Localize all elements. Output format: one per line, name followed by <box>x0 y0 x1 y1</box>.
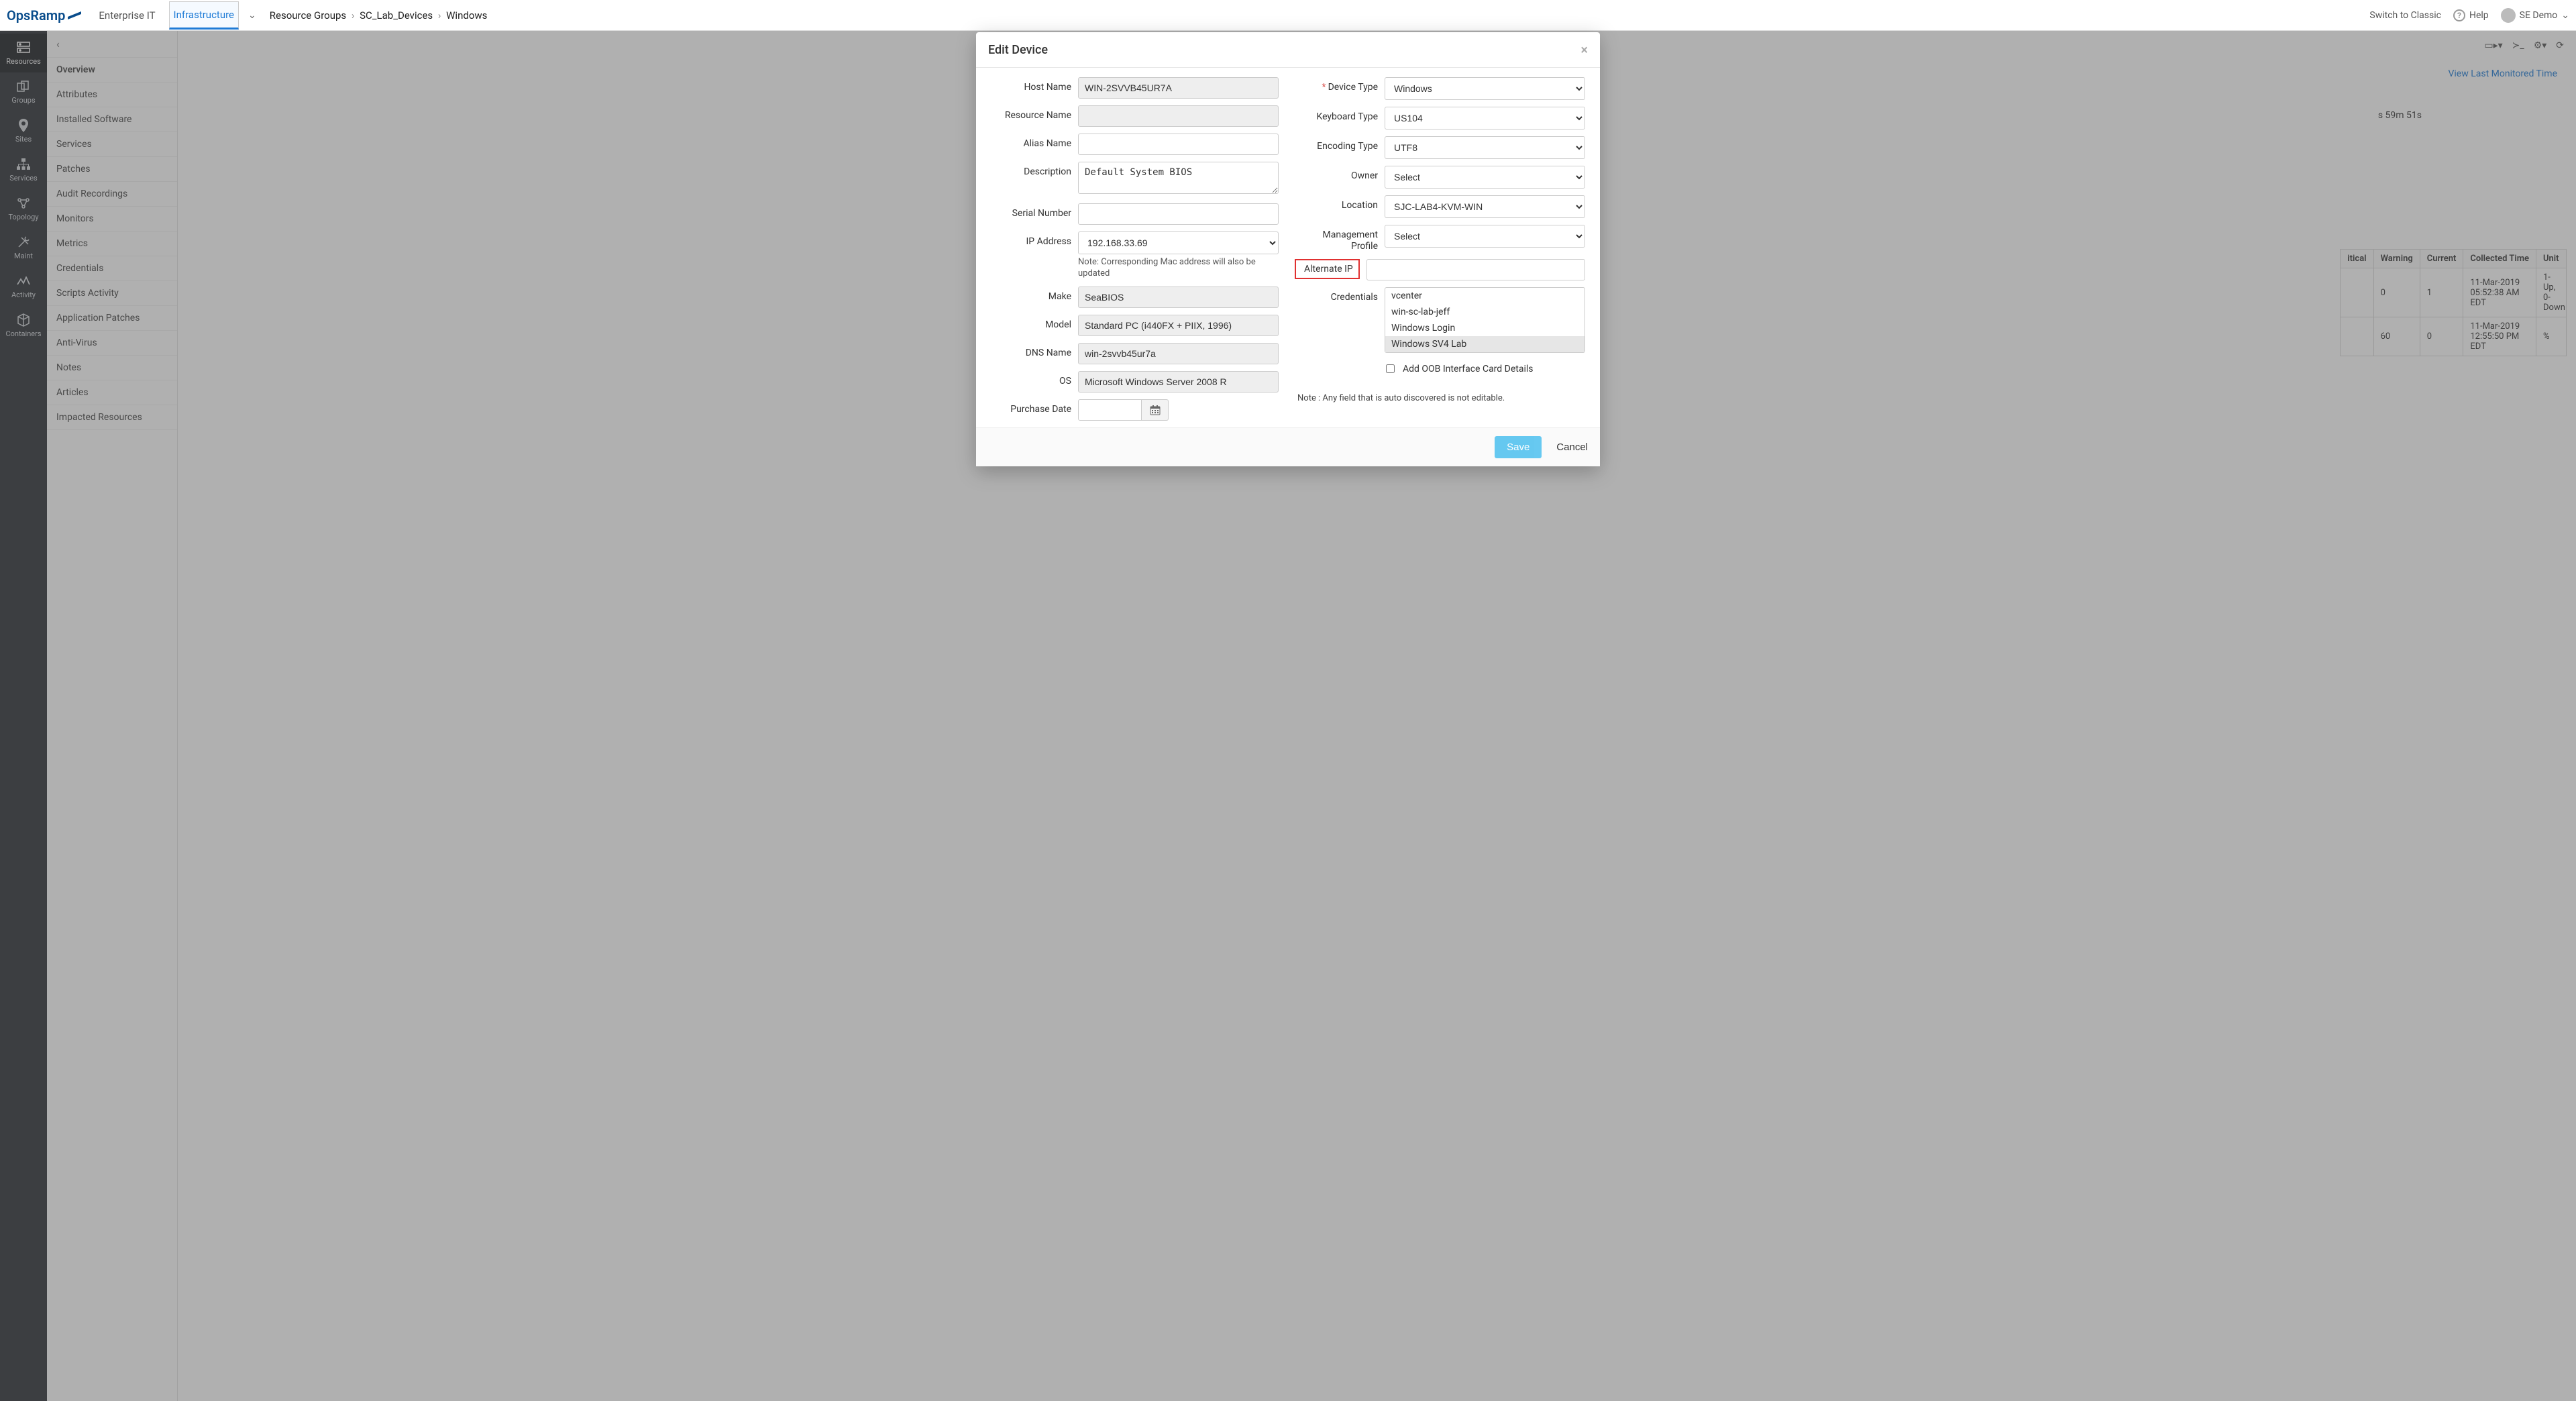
switch-to-classic-link[interactable]: Switch to Classic <box>2369 10 2441 21</box>
keyboard-type-label: Keyboard Type <box>1297 107 1378 122</box>
location-select[interactable]: SJC-LAB4-KVM-WIN <box>1385 195 1585 218</box>
device-type-select[interactable]: Windows <box>1385 77 1585 100</box>
help-link[interactable]: Help <box>2469 10 2489 21</box>
resource-name-input <box>1078 105 1279 127</box>
credential-item[interactable]: win-sc-lab-jeff <box>1385 304 1585 320</box>
calendar-icon[interactable] <box>1142 399 1169 421</box>
oob-label: Add OOB Interface Card Details <box>1403 364 1534 374</box>
tab-enterprise-it[interactable]: Enterprise IT <box>95 3 159 28</box>
serial-number-input[interactable] <box>1078 203 1279 225</box>
purchase-date-input[interactable] <box>1078 399 1142 421</box>
user-avatar-icon[interactable] <box>2501 8 2516 23</box>
host-name-label: Host Name <box>991 77 1071 93</box>
model-input <box>1078 315 1279 336</box>
encoding-type-select[interactable]: UTF8 <box>1385 136 1585 159</box>
ip-address-label: IP Address <box>991 231 1071 247</box>
auto-discovered-note: Note : Any field that is auto discovered… <box>1297 393 1585 403</box>
make-input <box>1078 287 1279 308</box>
credentials-list[interactable]: vcenter win-sc-lab-jeff Windows Login Wi… <box>1385 287 1585 353</box>
management-profile-label: Management Profile <box>1297 225 1378 252</box>
credential-item[interactable]: Windows SV4 Lab <box>1385 336 1585 352</box>
oob-checkbox[interactable] <box>1386 364 1395 373</box>
ip-note: Note: Corresponding Mac address will als… <box>1078 257 1279 280</box>
owner-select[interactable]: Select <box>1385 166 1585 189</box>
modal-title: Edit Device <box>988 43 1048 57</box>
management-profile-select[interactable]: Select <box>1385 225 1585 248</box>
crumb-sc-lab-devices[interactable]: SC_Lab_Devices <box>360 9 433 21</box>
ip-address-select[interactable]: 192.168.33.69 <box>1078 231 1279 254</box>
description-label: Description <box>991 162 1071 177</box>
encoding-type-label: Encoding Type <box>1297 136 1378 152</box>
user-menu[interactable]: SE Demo <box>2520 10 2558 21</box>
device-type-label: *Device Type <box>1297 77 1378 93</box>
location-label: Location <box>1297 195 1378 211</box>
host-name-input <box>1078 77 1279 99</box>
alternate-ip-label: Alternate IP <box>1295 259 1360 279</box>
cancel-button[interactable]: Cancel <box>1556 442 1588 453</box>
chevron-down-icon[interactable]: ⌄ <box>2561 10 2569 21</box>
os-label: OS <box>991 371 1071 386</box>
help-icon[interactable]: ? <box>2453 9 2465 21</box>
alternate-ip-input[interactable] <box>1366 259 1585 280</box>
model-label: Model <box>991 315 1071 330</box>
logo: OpsRamp <box>7 7 81 23</box>
crumb-windows[interactable]: Windows <box>446 9 487 21</box>
credentials-label: Credentials <box>1297 287 1378 303</box>
top-bar: OpsRamp Enterprise IT Infrastructure ⌄ R… <box>0 0 2576 31</box>
close-icon[interactable]: × <box>1580 42 1588 58</box>
make-label: Make <box>991 287 1071 302</box>
alias-name-input[interactable] <box>1078 134 1279 155</box>
alias-name-label: Alias Name <box>991 134 1071 149</box>
dns-name-input <box>1078 343 1279 364</box>
breadcrumb: Resource Groups › SC_Lab_Devices › Windo… <box>270 9 488 21</box>
owner-label: Owner <box>1297 166 1378 181</box>
credential-item[interactable]: Windows Login <box>1385 320 1585 336</box>
crumb-resource-groups[interactable]: Resource Groups <box>270 9 346 21</box>
dns-name-label: DNS Name <box>991 343 1071 358</box>
save-button[interactable]: Save <box>1495 436 1542 458</box>
tab-infrastructure[interactable]: Infrastructure <box>169 1 239 30</box>
keyboard-type-select[interactable]: US104 <box>1385 107 1585 129</box>
purchase-date-label: Purchase Date <box>991 399 1071 415</box>
resource-name-label: Resource Name <box>991 105 1071 121</box>
serial-number-label: Serial Number <box>991 203 1071 219</box>
chevron-down-icon[interactable]: ⌄ <box>248 10 256 21</box>
edit-device-modal: Edit Device × Host Name Resource Name Al… <box>976 32 1600 466</box>
os-input <box>1078 371 1279 393</box>
credential-item[interactable]: vcenter <box>1385 288 1585 304</box>
description-input[interactable]: Default System BIOS <box>1078 162 1279 194</box>
